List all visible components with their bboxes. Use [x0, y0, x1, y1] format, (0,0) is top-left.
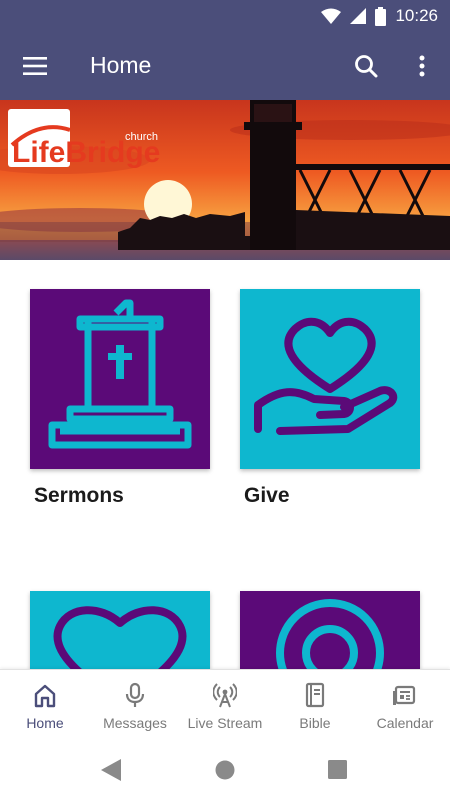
menu-button[interactable] [14, 46, 56, 86]
search-button[interactable] [346, 46, 386, 86]
status-time: 10:26 [395, 6, 438, 25]
calendar-icon [393, 685, 416, 705]
more-vert-icon [419, 55, 425, 77]
bible-icon [305, 682, 325, 708]
microphone-icon [125, 682, 145, 707]
app-bar: Home [0, 32, 450, 100]
nav-calendar-label: Calendar [376, 715, 434, 731]
back-button[interactable] [101, 759, 121, 781]
more-options-button[interactable] [404, 46, 440, 86]
nav-messages[interactable]: Messages [90, 670, 180, 745]
system-navigation-bar [0, 744, 450, 800]
nav-live-stream[interactable]: Live Stream [180, 670, 270, 745]
heart-icon [53, 606, 187, 669]
logo-subtext: church [125, 131, 158, 143]
tile-heart[interactable] [30, 591, 210, 669]
tile-target[interactable] [240, 591, 420, 669]
give-label[interactable]: Give [244, 484, 290, 508]
sermons-tile[interactable] [30, 289, 210, 469]
bottom-navigation: Home Messages Live Stream Bible Calendar [0, 669, 450, 744]
cell-signal-icon [350, 8, 367, 24]
heart-hand-icon [254, 317, 398, 435]
sermons-label[interactable]: Sermons [34, 484, 124, 508]
nav-messages-label: Messages [103, 715, 167, 731]
status-bar: 10:26 [0, 0, 450, 32]
nav-bible-label: Bible [299, 715, 331, 731]
nav-home-label: Home [26, 715, 64, 731]
broadcast-icon [213, 683, 237, 708]
page-title: Home [90, 52, 152, 78]
give-tile[interactable] [240, 289, 420, 469]
recents-button[interactable] [328, 760, 347, 779]
battery-icon [375, 6, 387, 26]
wifi-icon [321, 8, 342, 24]
home-system-button[interactable] [214, 759, 236, 781]
nav-bible[interactable]: Bible [270, 670, 360, 745]
pulpit-icon [48, 299, 192, 449]
sunset-lighthouse-image: LifeBridge church [0, 100, 450, 260]
search-icon [355, 55, 378, 78]
banner-image: LifeBridge church [0, 100, 450, 260]
nav-home[interactable]: Home [0, 670, 90, 745]
status-icons: 10:26 [321, 6, 438, 26]
target-icon [276, 599, 384, 669]
nav-calendar[interactable]: Calendar [360, 670, 450, 745]
home-icon [34, 684, 56, 708]
hamburger-icon [23, 57, 47, 75]
nav-live-stream-label: Live Stream [187, 715, 263, 731]
